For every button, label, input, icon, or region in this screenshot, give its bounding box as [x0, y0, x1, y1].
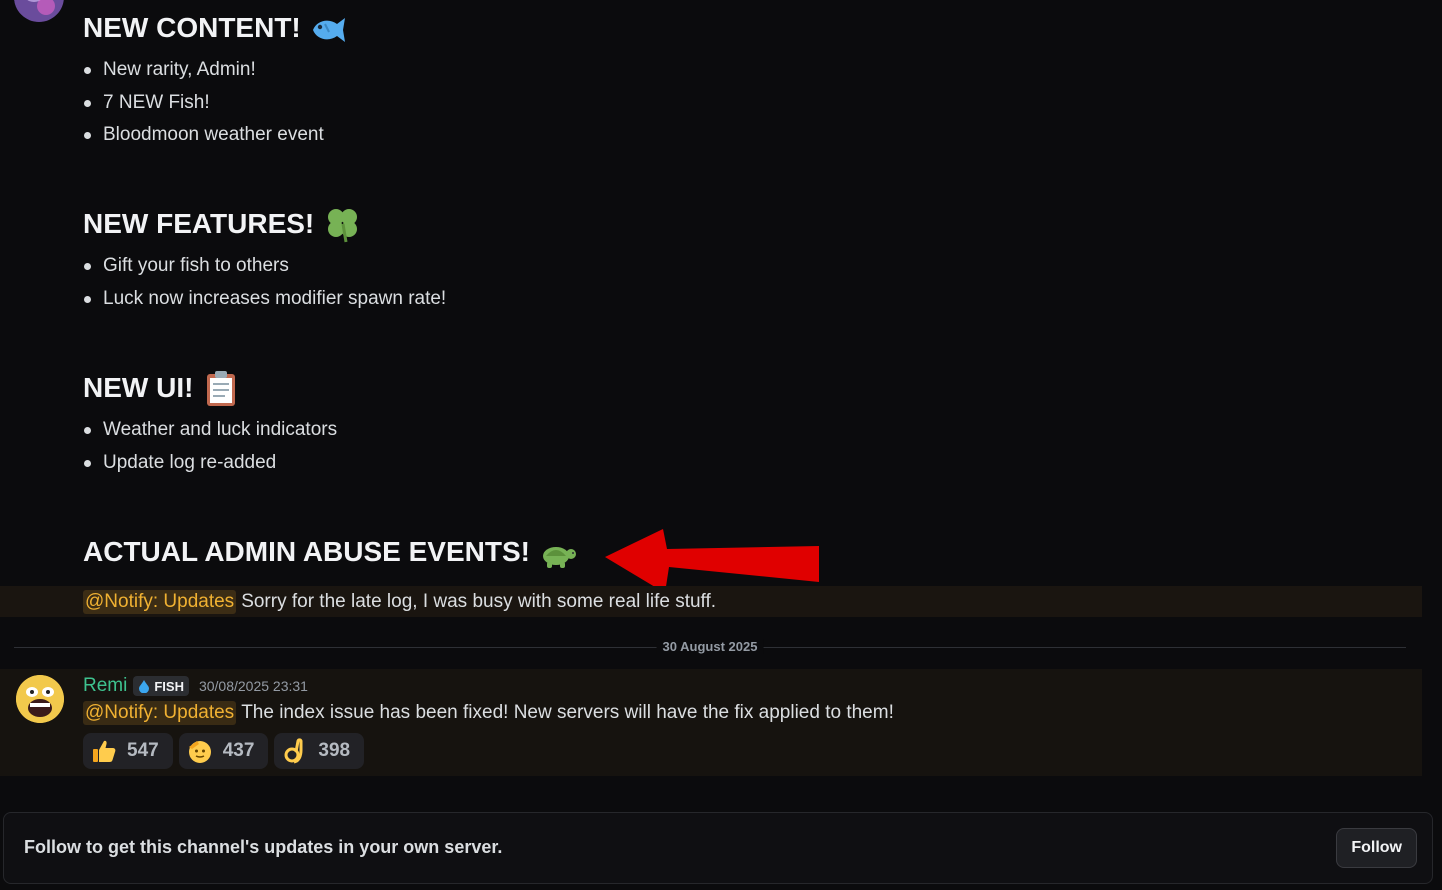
section-heading: NEW FEATURES!	[83, 204, 446, 244]
channel-view: NEW CONTENT! New rarity, Admin! 7 NEW Fi…	[0, 0, 1442, 890]
reaction-saluting-face[interactable]: 437	[178, 733, 269, 769]
date-divider-label: 30 August 2025	[656, 639, 764, 654]
follow-prompt-text: Follow to get this channel's updates in …	[24, 837, 503, 857]
red-arrow-annotation-icon	[605, 529, 819, 593]
section-heading: NEW CONTENT!	[83, 8, 349, 48]
message-content: @Notify: Updates The index issue has bee…	[83, 699, 894, 727]
section-new-ui: NEW UI! Weather and luck indicators Upda…	[83, 368, 337, 479]
reaction-count: 547	[127, 740, 159, 761]
bullet-list: New rarity, Admin! 7 NEW Fish! Bloodmoon…	[83, 54, 349, 152]
section-admin-abuse: ACTUAL ADMIN ABUSE EVENTS!	[83, 532, 578, 572]
clipboard-icon	[207, 371, 236, 406]
server-tag-label: FISH	[154, 678, 184, 694]
list-item: Gift your fish to others	[83, 250, 446, 283]
screaming-face-avatar-icon	[16, 675, 64, 723]
heading-text: NEW CONTENT!	[83, 12, 301, 43]
author-avatar[interactable]	[14, 0, 64, 22]
follow-button[interactable]: Follow	[1336, 828, 1417, 868]
message-content: @Notify: Updates Sorry for the late log,…	[83, 586, 716, 617]
bullet-list: Gift your fish to others Luck now increa…	[83, 250, 446, 315]
heading-text: NEW FEATURES!	[83, 208, 315, 239]
list-item: Bloodmoon weather event	[83, 119, 349, 152]
role-mention[interactable]: @Notify: Updates	[83, 589, 237, 614]
fish-icon	[312, 18, 345, 42]
heading-text: NEW UI!	[83, 372, 194, 403]
ok-hand-icon	[284, 738, 303, 764]
section-new-features: NEW FEATURES! Gift your fish to others L…	[83, 204, 446, 315]
section-heading: NEW UI!	[83, 368, 337, 408]
date-divider: 30 August 2025	[14, 637, 1406, 657]
section-heading: ACTUAL ADMIN ABUSE EVENTS!	[83, 532, 578, 572]
list-item: Weather and luck indicators	[83, 414, 337, 447]
role-mention[interactable]: @Notify: Updates	[83, 701, 237, 725]
message-timestamp[interactable]: 30/08/2025 23:31	[199, 678, 308, 694]
bullet-list: Weather and luck indicators Update log r…	[83, 414, 337, 479]
username[interactable]: Remi	[83, 675, 127, 697]
thumbs-up-icon	[93, 740, 116, 762]
four-leaf-clover-icon	[328, 209, 358, 243]
list-item: Update log re-added	[83, 447, 337, 480]
heading-text: ACTUAL ADMIN ABUSE EVENTS!	[83, 536, 530, 567]
follow-channel-bar: Follow to get this channel's updates in …	[3, 812, 1433, 884]
saluting-face-icon	[188, 741, 211, 763]
message-text: The index issue has been fixed! New serv…	[241, 702, 894, 723]
reaction-thumbs-up[interactable]: 547	[83, 733, 173, 769]
list-item: New rarity, Admin!	[83, 54, 349, 87]
avatar-art-icon	[14, 0, 64, 22]
reaction-ok-hand[interactable]: 398	[274, 733, 365, 769]
server-tag[interactable]: FISH	[133, 676, 189, 696]
water-drop-icon	[139, 680, 150, 693]
section-new-content: NEW CONTENT! New rarity, Admin! 7 NEW Fi…	[83, 8, 349, 152]
turtle-icon	[542, 547, 576, 568]
user-avatar[interactable]	[16, 675, 64, 723]
message-header: Remi FISH 30/08/2025 23:31	[83, 673, 308, 699]
list-item: Luck now increases modifier spawn rate!	[83, 283, 446, 316]
reaction-count: 398	[318, 740, 351, 761]
message-text: Sorry for the late log, I was busy with …	[241, 590, 717, 612]
reactions-bar: 547 437 398	[83, 733, 365, 769]
list-item: 7 NEW Fish!	[83, 87, 349, 120]
reaction-count: 437	[222, 740, 255, 761]
